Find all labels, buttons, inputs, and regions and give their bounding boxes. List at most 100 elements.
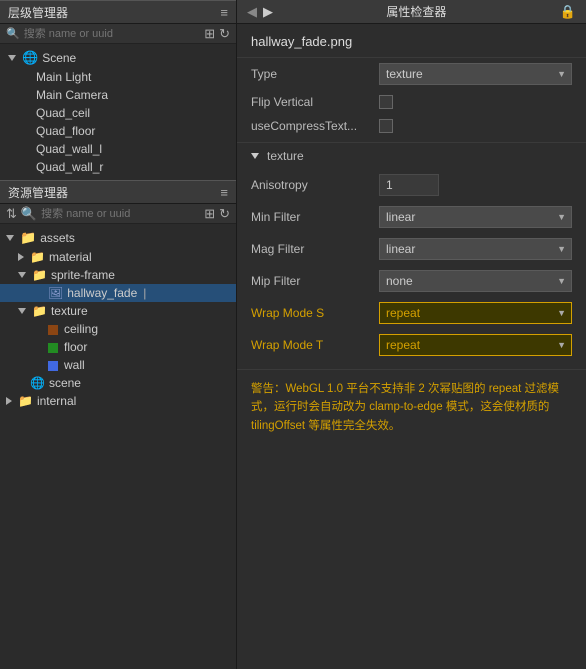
warning-box: 警告：WebGL 1.0 平台不支持非 2 次幂贴图的 repeat 过滤模式，… bbox=[237, 369, 586, 445]
main-camera-label: Main Camera bbox=[36, 88, 108, 102]
flip-label: Flip Vertical bbox=[251, 95, 371, 109]
property-row-compress: useCompressText... bbox=[237, 114, 586, 138]
internal-label: internal bbox=[37, 394, 76, 408]
property-row-flip: Flip Vertical bbox=[237, 90, 586, 114]
inspector-lock-icon[interactable]: 🔒 bbox=[560, 5, 576, 18]
asset-toolbar: ⇅ 🔍 ⊞ ↻ bbox=[0, 204, 236, 224]
asset-menu-icon[interactable]: ≡ bbox=[220, 186, 228, 199]
asset-item-wall[interactable]: wall bbox=[0, 356, 236, 374]
wall-label: wall bbox=[64, 358, 85, 372]
material-expand-icon[interactable] bbox=[18, 253, 24, 261]
flip-checkbox[interactable] bbox=[379, 95, 393, 109]
hierarchy-header-icons: ≡ bbox=[220, 6, 228, 19]
asset-item-scene[interactable]: 🌐 scene bbox=[0, 374, 236, 392]
asset-item-internal[interactable]: 📁 internal bbox=[0, 392, 236, 410]
wrap-s-label: Wrap Mode S bbox=[251, 306, 371, 320]
inspector-title: 属性检查器 bbox=[386, 3, 446, 20]
asset-filter-icon[interactable]: 🔍 bbox=[21, 207, 37, 220]
hierarchy-item-quad-ceil[interactable]: Quad_ceil bbox=[0, 104, 236, 122]
hallway-fade-label: hallway_fade bbox=[67, 286, 137, 300]
asset-item-texture[interactable]: 📁 texture bbox=[0, 302, 236, 320]
quad-floor-label: Quad_floor bbox=[36, 124, 95, 138]
hierarchy-refresh-icon[interactable]: ↻ bbox=[219, 27, 230, 40]
internal-expand-icon[interactable] bbox=[6, 397, 12, 405]
asset-tree: 📁 assets 📁 material 📁 sprite-frame 🖼 hal… bbox=[0, 224, 236, 669]
material-label: material bbox=[49, 250, 92, 264]
wall-color-icon bbox=[48, 358, 60, 372]
asset-item-hallway-fade[interactable]: 🖼 hallway_fade | bbox=[0, 284, 236, 302]
asset-refresh-icon[interactable]: ↻ bbox=[219, 207, 230, 220]
min-filter-select[interactable]: linear nearest none bbox=[379, 206, 572, 228]
ceiling-color-icon bbox=[48, 322, 60, 336]
property-row-anisotropy: Anisotropy bbox=[237, 169, 586, 201]
asset-item-sprite-frame[interactable]: 📁 sprite-frame bbox=[0, 266, 236, 284]
asset-item-material[interactable]: 📁 material bbox=[0, 248, 236, 266]
asset-collapse-icon[interactable]: ⊞ bbox=[204, 207, 215, 220]
hierarchy-item-main-light[interactable]: Main Light bbox=[0, 68, 236, 86]
file-name-row: hallway_fade.png bbox=[237, 24, 586, 58]
asset-item-ceiling[interactable]: ceiling bbox=[0, 320, 236, 338]
wrap-s-select[interactable]: repeat clamp-to-edge mirrored-repeat bbox=[379, 302, 572, 324]
hierarchy-item-quad-wall-r[interactable]: Quad_wall_r bbox=[0, 158, 236, 176]
inspector-body: hallway_fade.png Type texture normal map… bbox=[237, 24, 586, 669]
assets-expand-icon[interactable] bbox=[6, 235, 14, 241]
asset-header: 资源管理器 ≡ bbox=[0, 180, 236, 204]
scene-file-icon: 🌐 bbox=[30, 376, 45, 390]
main-light-label: Main Light bbox=[36, 70, 91, 84]
mag-filter-select-wrapper: linear nearest none bbox=[379, 238, 572, 260]
hallway-fade-file-icon: 🖼 bbox=[48, 286, 63, 300]
asset-title: 资源管理器 bbox=[8, 184, 68, 201]
anisotropy-label: Anisotropy bbox=[251, 178, 371, 192]
mip-filter-select-wrapper: none nearest linear bbox=[379, 270, 572, 292]
hierarchy-item-main-camera[interactable]: Main Camera bbox=[0, 86, 236, 104]
hierarchy-item-quad-wall-l[interactable]: Quad_wall_l bbox=[0, 140, 236, 158]
asset-header-icons: ≡ bbox=[220, 186, 228, 199]
anisotropy-input[interactable] bbox=[379, 174, 439, 196]
internal-folder-icon: 📁 bbox=[18, 394, 33, 408]
inspector-forward-btn[interactable]: ▶ bbox=[263, 4, 273, 20]
scene-label: Scene bbox=[42, 51, 76, 65]
asset-item-assets[interactable]: 📁 assets bbox=[0, 228, 236, 248]
property-row-type: Type texture normal map sprite-frame bbox=[237, 58, 586, 90]
inspector-back-btn[interactable]: ◀ bbox=[247, 4, 257, 20]
assets-label: assets bbox=[40, 231, 75, 245]
asset-item-floor[interactable]: floor bbox=[0, 338, 236, 356]
texture-section-expand-icon[interactable] bbox=[251, 153, 259, 159]
hierarchy-item-quad-floor[interactable]: Quad_floor bbox=[0, 122, 236, 140]
scene-icon: 🌐 bbox=[22, 50, 38, 66]
texture-label: texture bbox=[51, 304, 88, 318]
floor-label: floor bbox=[64, 340, 87, 354]
texture-section-title: texture bbox=[267, 149, 304, 163]
hierarchy-header: 层级管理器 ≡ bbox=[0, 0, 236, 24]
mip-filter-select[interactable]: none nearest linear bbox=[379, 270, 572, 292]
mag-filter-select[interactable]: linear nearest none bbox=[379, 238, 572, 260]
min-filter-select-wrapper: linear nearest none bbox=[379, 206, 572, 228]
type-select[interactable]: texture normal map sprite-frame bbox=[379, 63, 572, 85]
wrap-t-select[interactable]: repeat clamp-to-edge mirrored-repeat bbox=[379, 334, 572, 356]
asset-search-input[interactable] bbox=[41, 208, 200, 220]
property-row-wrap-t: Wrap Mode T repeat clamp-to-edge mirrore… bbox=[237, 329, 586, 361]
scene-file-label: scene bbox=[49, 376, 81, 390]
scene-expand-icon[interactable] bbox=[8, 55, 16, 61]
type-select-wrapper: texture normal map sprite-frame bbox=[379, 63, 572, 85]
hierarchy-search-input[interactable] bbox=[24, 28, 200, 40]
hierarchy-tree: 🌐 Scene Main Light Main Camera Quad_ceil… bbox=[0, 44, 236, 180]
material-folder-icon: 📁 bbox=[30, 250, 45, 264]
hierarchy-menu-icon[interactable]: ≡ bbox=[220, 6, 228, 19]
hierarchy-search-icon: 🔍 bbox=[6, 27, 20, 40]
compress-checkbox[interactable] bbox=[379, 119, 393, 133]
cursor-indicator: | bbox=[143, 286, 146, 300]
texture-section-header: texture bbox=[237, 142, 586, 169]
file-name: hallway_fade.png bbox=[251, 34, 352, 49]
assets-folder-icon: 📁 bbox=[20, 230, 36, 246]
texture-expand-icon[interactable] bbox=[18, 308, 26, 314]
sprite-frame-expand-icon[interactable] bbox=[18, 272, 26, 278]
wrap-t-select-wrapper: repeat clamp-to-edge mirrored-repeat bbox=[379, 334, 572, 356]
hierarchy-search-opt1[interactable]: ⊞ bbox=[204, 27, 215, 40]
property-row-wrap-s: Wrap Mode S repeat clamp-to-edge mirrore… bbox=[237, 297, 586, 329]
hierarchy-item-scene[interactable]: 🌐 Scene bbox=[0, 48, 236, 68]
mip-filter-label: Mip Filter bbox=[251, 274, 371, 288]
sprite-frame-folder-icon: 📁 bbox=[32, 268, 47, 282]
asset-panel: 资源管理器 ≡ ⇅ 🔍 ⊞ ↻ 📁 assets 📁 material bbox=[0, 180, 236, 669]
asset-sort-icon[interactable]: ⇅ bbox=[6, 207, 17, 220]
